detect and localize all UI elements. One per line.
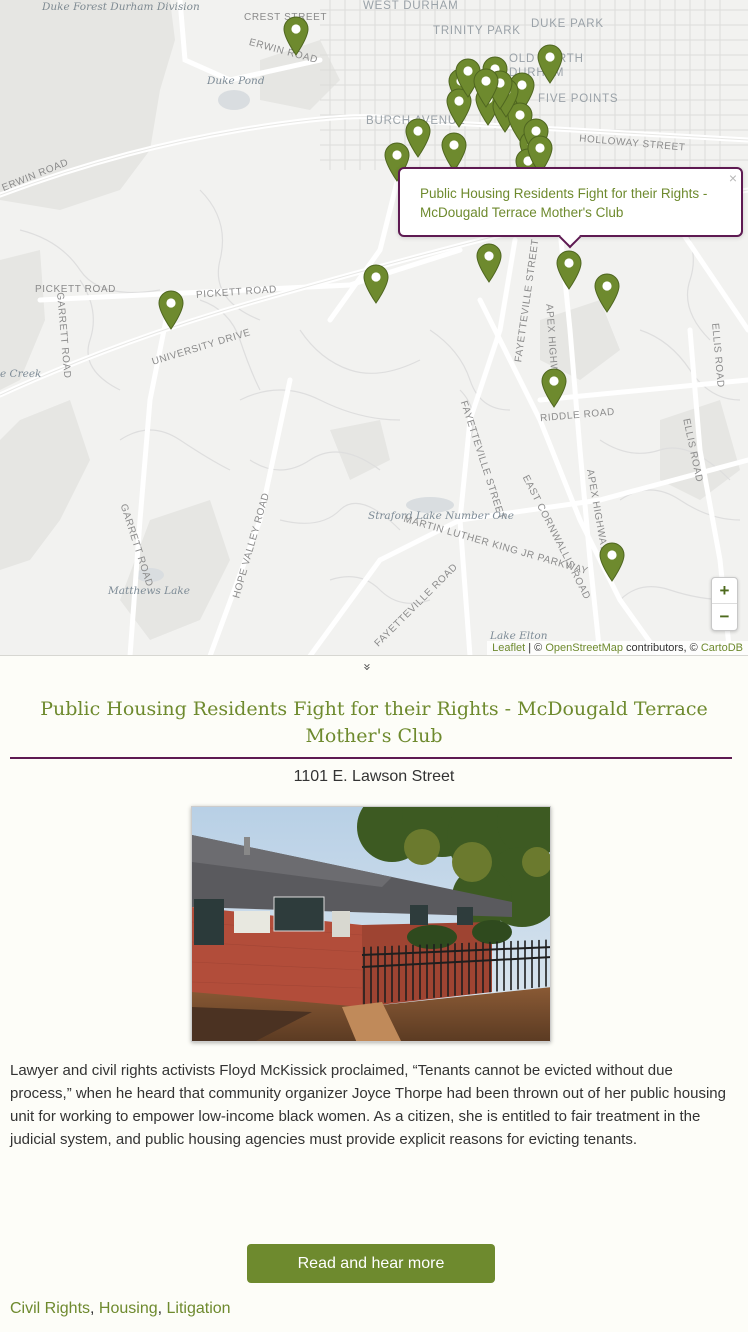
map-label-matthews-lake: Matthews Lake [108,585,190,597]
detail-address: 1101 E. Lawson Street [293,768,455,785]
zoom-out-button[interactable]: − [712,604,737,630]
tag-list: Civil Rights, Housing, Litigation [10,1300,231,1318]
openstreetmap-link[interactable]: OpenStreetMap [545,642,623,654]
site-photo [191,806,551,1042]
attribution-contributors: contributors, © [623,642,701,654]
tag-litigation[interactable]: Litigation [167,1300,231,1317]
read-more-button[interactable]: Read and hear more [247,1244,495,1283]
map-marker-pin-icon[interactable] [556,250,582,290]
map-marker-pin-icon[interactable] [594,273,620,313]
map-marker-pin-icon[interactable] [363,264,389,304]
map-marker-pin-icon[interactable] [476,243,502,283]
map-marker-pin-icon[interactable] [473,68,499,108]
map-attribution: Leaflet | © OpenStreetMap contributors, … [487,641,748,655]
map-label-duke-pond: Duke Pond [207,75,265,87]
tag-separator: , [90,1300,99,1317]
map-label-west-durham: WEST DURHAM [363,0,459,12]
double-chevron-down-icon: » [358,663,374,671]
map-marker-pin-icon[interactable] [158,290,184,330]
map-label-straford-lake: Straford Lake Number One [368,510,514,522]
detail-title: Public Housing Residents Fight for their… [40,698,708,747]
map-label-five-points: FIVE POINTS [538,93,619,105]
detail-description: Lawyer and civil rights activists Floyd … [10,1062,726,1148]
map-marker-pin-icon[interactable] [537,44,563,84]
tag-housing[interactable]: Housing [99,1300,158,1317]
map-marker-pin-icon[interactable] [441,132,467,172]
tag-separator: , [157,1300,167,1317]
attribution-separator: | © [525,642,546,654]
map-view[interactable]: Duke Forest Durham Division CREST STREET… [0,0,748,656]
map-label-pickett-road-left: PICKETT ROAD [35,284,116,295]
map-label-trinity-park: TRINITY PARK [433,25,521,37]
leaflet-link[interactable]: Leaflet [492,642,525,654]
title-divider [10,757,732,759]
map-marker-pin-icon[interactable] [599,542,625,582]
map-marker-pin-icon[interactable] [541,368,567,408]
map-tiles[interactable] [0,0,748,656]
map-label-creek: e Creek [0,368,42,380]
map-label-duke-forest: Duke Forest Durham Division [42,1,200,13]
map-marker-pin-icon[interactable] [283,16,309,56]
popup-close-button[interactable]: × [729,170,737,186]
zoom-in-button[interactable]: + [712,578,737,604]
popup-link[interactable]: Public Housing Residents Fight for their… [420,184,721,222]
tag-civil-rights[interactable]: Civil Rights [10,1300,90,1317]
zoom-control: + − [711,577,738,631]
cartodb-link[interactable]: CartoDB [701,642,743,654]
map-popup: × Public Housing Residents Fight for the… [398,167,743,249]
map-label-duke-park: DUKE PARK [531,18,604,30]
collapse-toggle-icon[interactable]: » [358,660,374,674]
